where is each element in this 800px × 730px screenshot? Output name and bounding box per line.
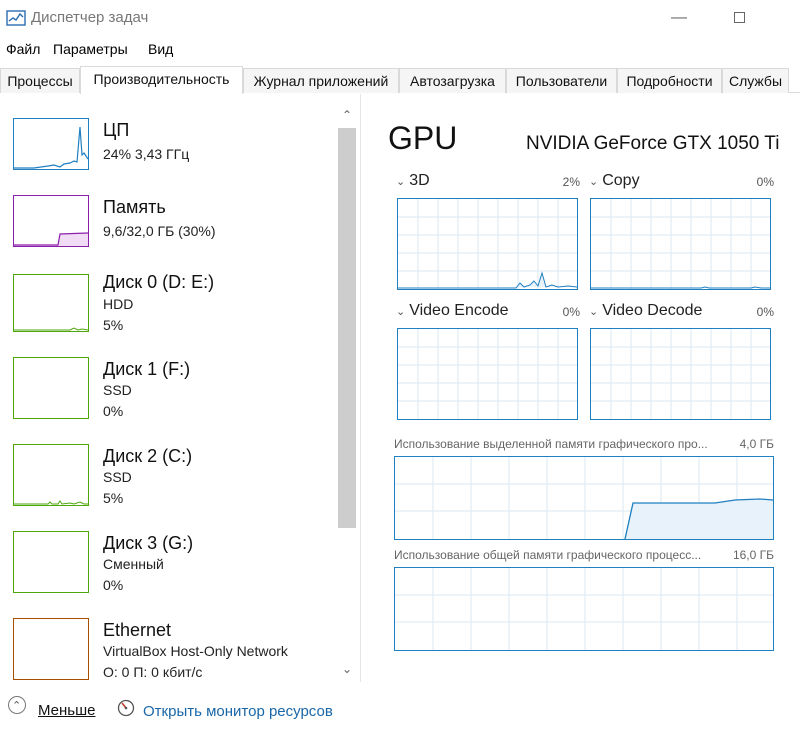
sidebar-item-title: Диск 2 (C:): [103, 446, 193, 466]
engine-percent: 0%: [756, 175, 774, 189]
sidebar-item-detail: 9,6/32,0 ГБ (30%): [103, 223, 216, 239]
sidebar-item-title: Память: [103, 197, 166, 217]
tab-bar: Процессы Производительность Журнал прило…: [0, 66, 800, 94]
gpu-model-name: NVIDIA GeForce GTX 1050 Ti: [526, 133, 780, 154]
engine-percent: 0%: [756, 305, 774, 319]
sidebar-item-usage: 0%: [103, 577, 124, 593]
sidebar-item-throughput: О: 0 П: 0 кбит/с: [103, 664, 203, 680]
tab-details[interactable]: Подробности: [617, 68, 722, 93]
sidebar-item-usage: 5%: [103, 490, 124, 506]
sidebar-item-usage: 5%: [103, 317, 124, 333]
sidebar-item-disk-2[interactable]: Диск 2 (C:) SSD 5%: [0, 444, 335, 524]
task-manager-icon: [6, 10, 26, 26]
engine-percent: 2%: [562, 175, 580, 189]
resource-list: ЦП 24% 3,43 ГГц Память 9,6/32,0 ГБ (30%)…: [0, 94, 360, 680]
graph-shared-memory: [394, 567, 774, 651]
tab-performance[interactable]: Производительность: [80, 66, 243, 94]
engine-selector-video-decode[interactable]: ⌄ Video Decode: [589, 302, 702, 320]
graph-video-encode-grid: [398, 329, 577, 419]
shared-memory-max: 16,0 ГБ: [732, 548, 774, 562]
maximize-button[interactable]: [716, 0, 762, 36]
sidebar-item-type: HDD: [103, 296, 134, 312]
engine-label: Video Decode: [602, 302, 703, 319]
disk-1-thumbnail-graph: [13, 357, 89, 419]
memory-thumbnail-graph: [13, 195, 89, 247]
engine-label: Video Encode: [409, 302, 509, 319]
disk-3-thumbnail-graph: [13, 531, 89, 593]
sidebar-item-ethernet[interactable]: Ethernet VirtualBox Host-Only Network О:…: [0, 618, 335, 680]
scroll-up-icon[interactable]: ⌃: [336, 108, 358, 126]
menu-view[interactable]: Вид: [148, 41, 173, 57]
shared-memory-label: Использование общей памяти графического …: [394, 548, 702, 562]
chevron-down-icon: ⌄: [589, 176, 599, 188]
chevron-down-icon: ⌄: [396, 176, 406, 188]
chevron-down-icon: ⌄: [589, 306, 599, 318]
sidebar-item-disk-0[interactable]: Диск 0 (D: E:) HDD 5%: [0, 270, 335, 350]
menu-bar: Файл Параметры Вид: [0, 38, 800, 62]
disk-0-thumbnail-graph: [13, 274, 89, 332]
tab-startup[interactable]: Автозагрузка: [399, 68, 506, 93]
dedicated-memory-label: Использование выделенной памяти графичес…: [394, 437, 708, 451]
engine-selector-3d[interactable]: ⌄ 3D: [396, 172, 430, 190]
sidebar-item-cpu[interactable]: ЦП 24% 3,43 ГГц: [0, 118, 335, 198]
sidebar-item-type: Сменный: [103, 556, 164, 572]
chevron-down-icon: ⌄: [396, 306, 406, 318]
engine-label: Copy: [602, 172, 640, 189]
sidebar-item-adapter: VirtualBox Host-Only Network: [103, 643, 288, 659]
menu-file[interactable]: Файл: [6, 41, 40, 57]
graph-shared-memory-grid: [395, 568, 773, 650]
sidebar-item-disk-3[interactable]: Диск 3 (G:) Сменный 0%: [0, 531, 335, 611]
sidebar-item-memory[interactable]: Память 9,6/32,0 ГБ (30%): [0, 195, 335, 275]
sidebar-item-title: ЦП: [103, 120, 130, 140]
gpu-detail-panel: GPU NVIDIA GeForce GTX 1050 Ti ⌄ 3D 2% ⌄ C…: [361, 94, 800, 682]
ethernet-thumbnail-graph: [13, 618, 89, 680]
cpu-thumbnail-graph: [13, 118, 89, 170]
engine-label: 3D: [409, 172, 430, 189]
sidebar-item-disk-1[interactable]: Диск 1 (F:) SSD 0%: [0, 357, 335, 437]
disk-2-thumbnail-graph: [13, 444, 89, 506]
tab-processes[interactable]: Процессы: [0, 68, 80, 93]
tab-users[interactable]: Пользователи: [506, 68, 617, 93]
sidebar-item-title: Диск 3 (G:): [103, 533, 194, 553]
sidebar-item-detail: 24% 3,43 ГГц: [103, 146, 190, 162]
menu-options[interactable]: Параметры: [53, 41, 128, 57]
scrollbar-thumb[interactable]: [338, 128, 356, 528]
engine-selector-copy[interactable]: ⌄ Copy: [589, 172, 640, 190]
title-bar: Диспетчер задач —: [0, 0, 800, 38]
open-resource-monitor-link[interactable]: Открыть монитор ресурсов: [143, 703, 333, 720]
graph-3d-grid: [398, 199, 577, 289]
tab-services[interactable]: Службы: [722, 68, 789, 93]
sidebar-item-type: SSD: [103, 469, 132, 485]
sidebar-item-title: Диск 1 (F:): [103, 359, 191, 379]
chevron-up-icon[interactable]: ⌃: [8, 696, 26, 714]
graph-dedicated-memory-grid: [395, 457, 773, 539]
sidebar-item-usage: 0%: [103, 403, 124, 419]
graph-video-decode: [590, 328, 771, 420]
footer-bar: ⌃ Меньше Открыть монитор ресурсов: [0, 682, 800, 730]
graph-video-decode-grid: [591, 329, 770, 419]
graph-dedicated-memory: [394, 456, 774, 540]
sidebar-scrollbar[interactable]: ⌃ ⌄: [336, 108, 358, 682]
maximize-icon: [733, 12, 745, 23]
graph-video-encode: [397, 328, 578, 420]
graph-copy-grid: [591, 199, 770, 289]
sidebar-item-title: Диск 0 (D: E:): [103, 272, 215, 292]
sidebar-item-type: SSD: [103, 382, 132, 398]
window-title: Диспетчер задач: [31, 9, 149, 26]
graph-copy: [590, 198, 771, 290]
tab-app-history[interactable]: Журнал приложений: [243, 68, 399, 93]
sidebar-item-title: Ethernet: [103, 620, 172, 640]
scroll-down-icon[interactable]: ⌄: [336, 662, 358, 680]
engine-selector-video-encode[interactable]: ⌄ Video Encode: [396, 302, 509, 320]
engine-percent: 0%: [562, 305, 580, 319]
minimize-button[interactable]: —: [656, 0, 702, 36]
graph-3d: [397, 198, 578, 290]
resource-monitor-icon: [117, 699, 135, 717]
gpu-title: GPU: [388, 120, 458, 156]
fewer-details-link[interactable]: Меньше: [38, 702, 95, 719]
dedicated-memory-max: 4,0 ГБ: [739, 437, 774, 451]
